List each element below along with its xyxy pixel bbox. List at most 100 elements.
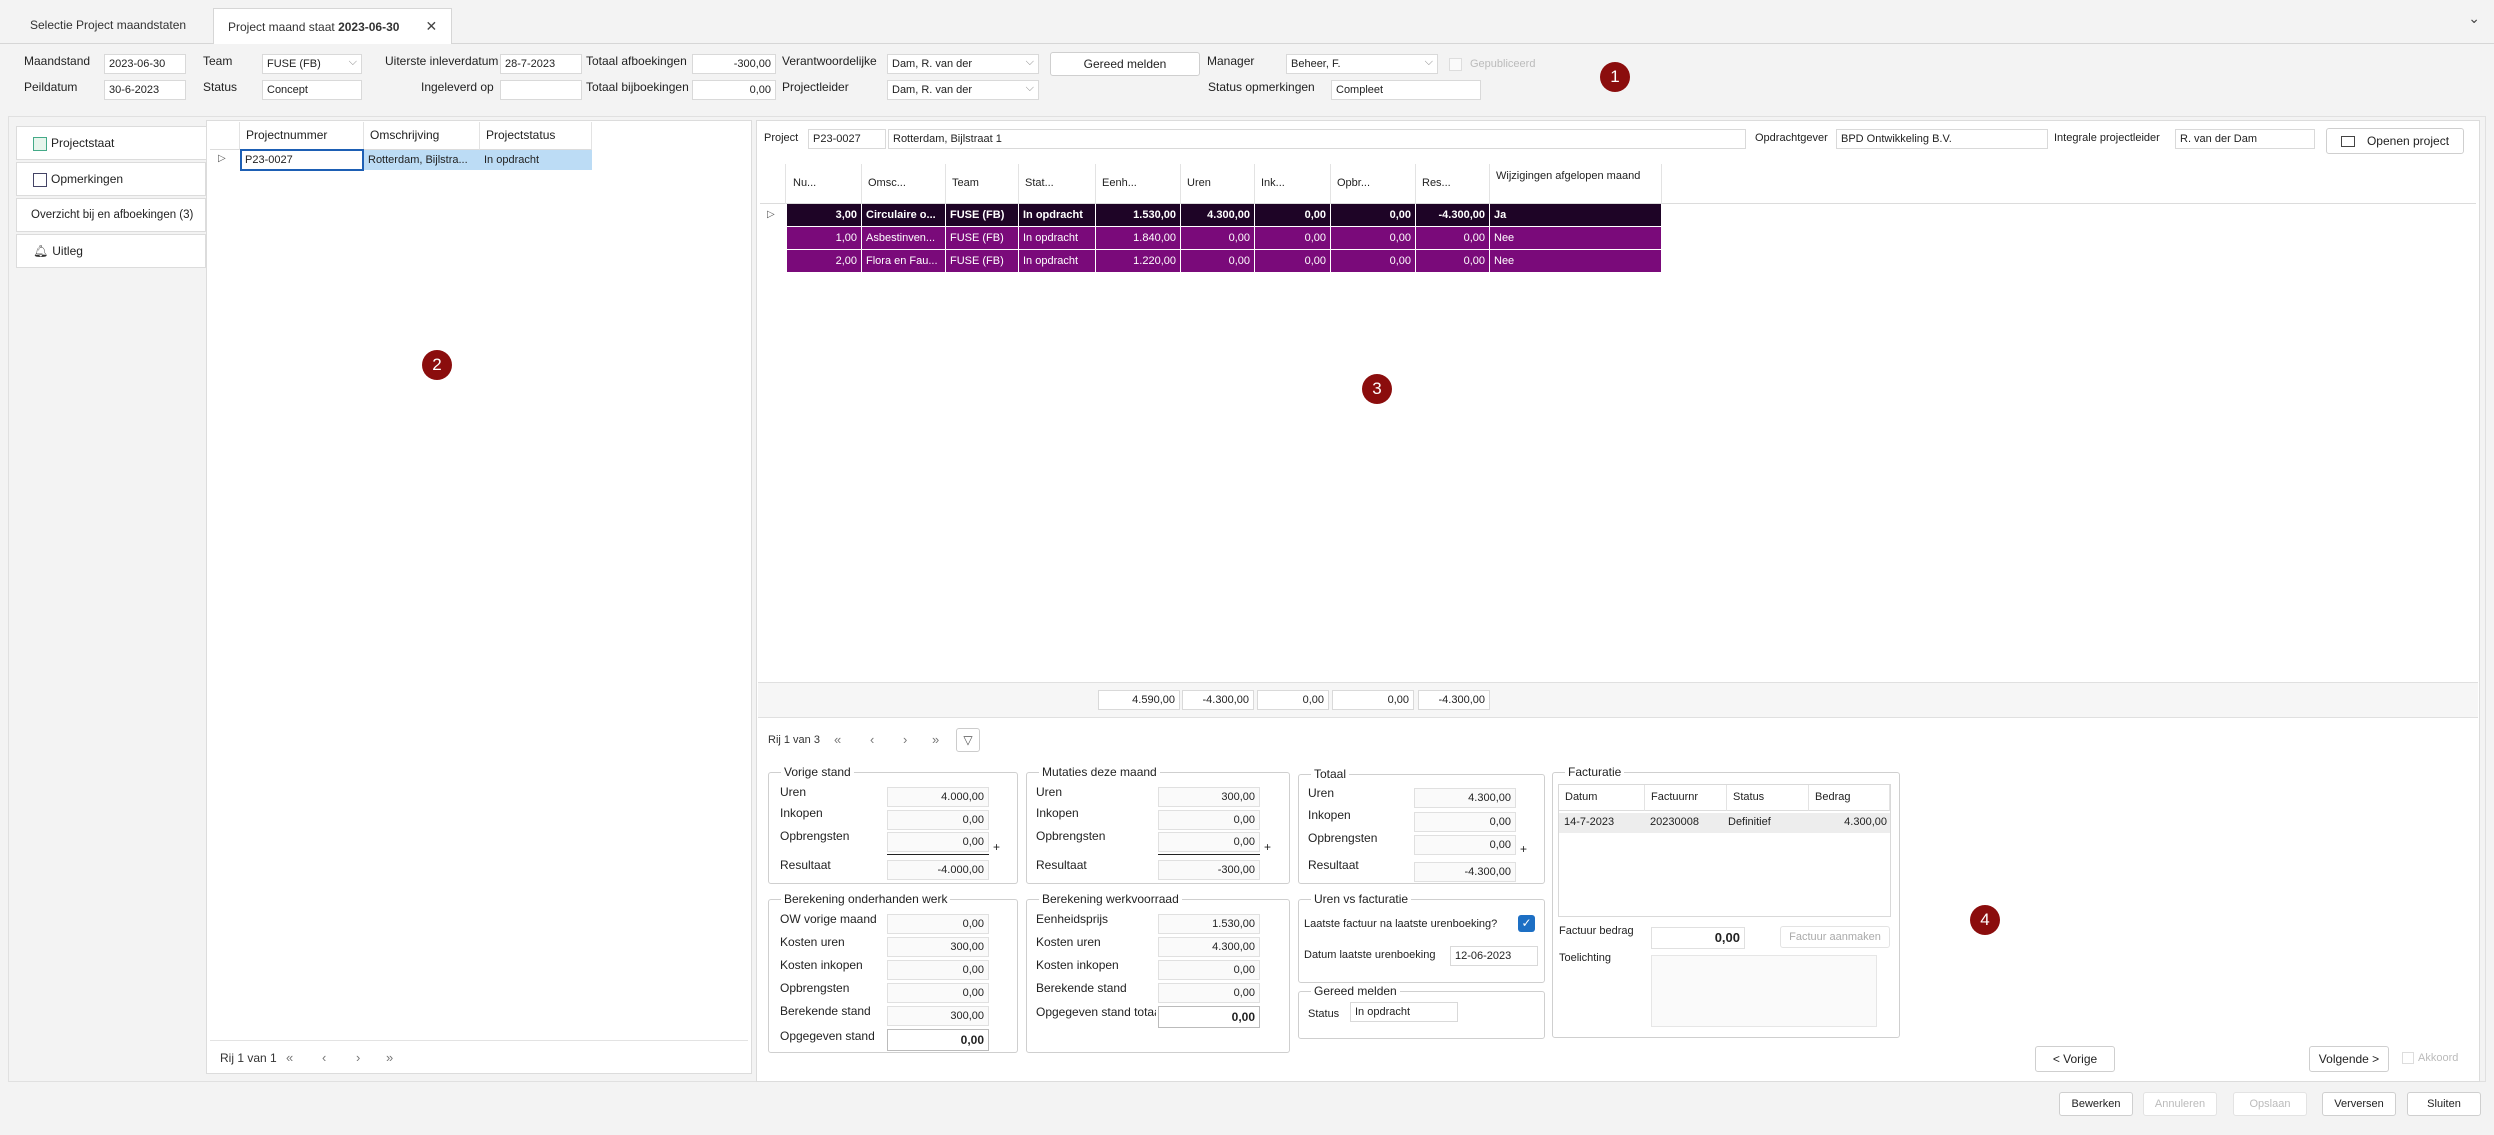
grid-header-omschrijving[interactable]: Omschrijving bbox=[364, 122, 480, 150]
grid-cell[interactable]: FUSE (FB) bbox=[946, 227, 1019, 249]
grid-cell[interactable]: 3,00 bbox=[787, 204, 862, 226]
bewerken-button[interactable]: Bewerken bbox=[2059, 1092, 2133, 1116]
ingeleverd-field[interactable] bbox=[500, 80, 582, 100]
grid-header-1[interactable]: Omsc... bbox=[862, 164, 946, 204]
fact-header-factuurnr[interactable]: Factuurnr bbox=[1645, 785, 1727, 811]
prev-page-icon[interactable]: ‹ bbox=[870, 732, 874, 747]
grid-header-projectstatus[interactable]: Projectstatus bbox=[480, 122, 592, 150]
expand-icon[interactable]: ▷ bbox=[218, 153, 226, 164]
akkoord-checkbox[interactable] bbox=[2402, 1052, 2414, 1064]
sluiten-button[interactable]: Sluiten bbox=[2407, 1092, 2481, 1116]
grid-cell[interactable]: Asbestinven... bbox=[862, 227, 946, 249]
grid-cell[interactable]: 0,00 bbox=[1416, 227, 1490, 249]
gepubliceerd-checkbox[interactable] bbox=[1449, 58, 1462, 71]
tab-project-maandstaat[interactable]: Project maand staat 2023-06-30 ✕ bbox=[213, 8, 453, 44]
grid-cell[interactable]: 0,00 bbox=[1255, 204, 1331, 226]
grid-cell[interactable]: 1.840,00 bbox=[1096, 227, 1181, 249]
wv-value-4: 0,00 bbox=[1158, 983, 1260, 1003]
left-pager-label: Rij 1 van 1 bbox=[220, 1051, 277, 1065]
wv-opgegeven-input[interactable]: 0,00 bbox=[1158, 1006, 1260, 1028]
next-page-icon[interactable]: › bbox=[356, 1050, 360, 1065]
cell-omschrijving[interactable]: Rotterdam, Bijlstra... bbox=[364, 150, 480, 170]
grid-cell[interactable]: Ja bbox=[1490, 204, 1662, 226]
grid-cell[interactable]: 0,00 bbox=[1416, 250, 1490, 272]
next-page-icon[interactable]: › bbox=[903, 732, 907, 747]
grid-cell[interactable]: In opdracht bbox=[1019, 250, 1096, 272]
grid-header-8[interactable]: Res... bbox=[1416, 164, 1490, 204]
grid-cell[interactable]: 0,00 bbox=[1331, 250, 1416, 272]
prev-page-icon[interactable]: ‹ bbox=[322, 1050, 326, 1065]
grid-header-6[interactable]: Ink... bbox=[1255, 164, 1331, 204]
peildatum-field[interactable]: 30-6-2023 bbox=[104, 80, 186, 100]
grid-cell[interactable]: In opdracht bbox=[1019, 227, 1096, 249]
maandstand-field[interactable]: 2023-06-30 bbox=[104, 54, 186, 74]
grid-cell[interactable]: Flora en Fau... bbox=[862, 250, 946, 272]
grid-header-3[interactable]: Stat... bbox=[1019, 164, 1096, 204]
grid-cell[interactable]: 2,00 bbox=[787, 250, 862, 272]
uiterste-field[interactable]: 28-7-2023 bbox=[500, 54, 582, 74]
ow-opgegeven-input[interactable]: 0,00 bbox=[887, 1029, 989, 1051]
fact-header-datum[interactable]: Datum bbox=[1559, 785, 1645, 811]
grid-cell[interactable]: 4.300,00 bbox=[1181, 204, 1255, 226]
grid-cell[interactable]: -4.300,00 bbox=[1416, 204, 1490, 226]
vorige-inkopen-value: 0,00 bbox=[887, 810, 989, 830]
grid-cell[interactable]: 0,00 bbox=[1331, 204, 1416, 226]
last-page-icon[interactable]: » bbox=[932, 732, 939, 747]
group-title: Vorige stand bbox=[781, 765, 854, 779]
verversen-button[interactable]: Verversen bbox=[2322, 1092, 2396, 1116]
grid-header-4[interactable]: Eenh... bbox=[1096, 164, 1181, 204]
opslaan-button[interactable]: Opslaan bbox=[2233, 1092, 2307, 1116]
openen-project-button[interactable]: Openen project bbox=[2326, 128, 2464, 154]
cell-projectstatus[interactable]: In opdracht bbox=[480, 150, 592, 170]
toelichting-textarea[interactable] bbox=[1651, 955, 1877, 1027]
grid-cell[interactable]: 0,00 bbox=[1331, 227, 1416, 249]
grid-cell[interactable]: 0,00 bbox=[1181, 227, 1255, 249]
tab-selectie[interactable]: Selectie Project maandstaten bbox=[16, 8, 200, 44]
grid-header-5[interactable]: Uren bbox=[1181, 164, 1255, 204]
grid-header-7[interactable]: Opbr... bbox=[1331, 164, 1416, 204]
grid-cell[interactable]: FUSE (FB) bbox=[946, 250, 1019, 272]
grid-header-2[interactable]: Team bbox=[946, 164, 1019, 204]
annuleren-button[interactable]: Annuleren bbox=[2143, 1092, 2217, 1116]
grid-cell[interactable]: FUSE (FB) bbox=[946, 204, 1019, 226]
sidenav-projectstaat[interactable]: Projectstaat bbox=[16, 126, 207, 160]
factuur-aanmaken-button[interactable]: Factuur aanmaken bbox=[1780, 926, 1890, 948]
grid-cell[interactable]: 0,00 bbox=[1255, 227, 1331, 249]
grid-cell[interactable]: In opdracht bbox=[1019, 204, 1096, 226]
projectleider-select[interactable]: Dam, R. van der bbox=[887, 80, 1039, 100]
chevron-down-icon[interactable]: ⌄ bbox=[2468, 10, 2480, 27]
laatste-factuur-checkbox[interactable]: ✓ bbox=[1518, 915, 1535, 932]
sidenav-uitleg[interactable]: 🔔︎ Uitleg bbox=[16, 234, 206, 268]
close-icon[interactable]: ✕ bbox=[425, 18, 437, 34]
grid-cell[interactable]: 0,00 bbox=[1181, 250, 1255, 272]
grid-header-projectnummer[interactable]: Projectnummer bbox=[240, 122, 364, 150]
sidenav-opmerkingen[interactable]: Opmerkingen bbox=[16, 162, 206, 196]
grid-cell[interactable]: 1.220,00 bbox=[1096, 250, 1181, 272]
team-select[interactable]: FUSE (FB) bbox=[262, 54, 362, 74]
volgende-button[interactable]: Volgende > bbox=[2309, 1046, 2389, 1072]
grid-cell[interactable]: 1,00 bbox=[787, 227, 862, 249]
fact-header-bedrag[interactable]: Bedrag bbox=[1809, 785, 1890, 811]
manager-select[interactable]: Beheer, F. bbox=[1286, 54, 1438, 74]
grid-cell[interactable]: Nee bbox=[1490, 250, 1662, 272]
expand-icon[interactable]: ▷ bbox=[767, 209, 775, 220]
fact-header-status[interactable]: Status bbox=[1727, 785, 1809, 811]
grid-header-0[interactable]: Nu... bbox=[787, 164, 862, 204]
cell-projectnummer[interactable]: P23-0027 bbox=[240, 149, 364, 171]
folder-icon bbox=[2340, 136, 2355, 148]
wv-label-4: Berekende stand bbox=[1036, 981, 1127, 995]
grid-cell[interactable]: 0,00 bbox=[1255, 250, 1331, 272]
grid-cell[interactable]: Circulaire o... bbox=[862, 204, 946, 226]
filter-icon[interactable]: ▽ bbox=[956, 728, 980, 752]
first-page-icon[interactable]: « bbox=[286, 1050, 293, 1065]
marker-badge-3: 3 bbox=[1362, 374, 1392, 404]
grid-cell[interactable]: 1.530,00 bbox=[1096, 204, 1181, 226]
verantwoordelijke-select[interactable]: Dam, R. van der bbox=[887, 54, 1039, 74]
sidenav-overzicht[interactable]: Overzicht bij en afboekingen (3) bbox=[16, 198, 206, 232]
gereed-melden-button[interactable]: Gereed melden bbox=[1050, 52, 1200, 76]
first-page-icon[interactable]: « bbox=[834, 732, 841, 747]
grid-header-9[interactable]: Wijzigingen afgelopen maand bbox=[1490, 164, 1662, 204]
last-page-icon[interactable]: » bbox=[386, 1050, 393, 1065]
grid-cell[interactable]: Nee bbox=[1490, 227, 1662, 249]
vorige-button[interactable]: < Vorige bbox=[2035, 1046, 2115, 1072]
